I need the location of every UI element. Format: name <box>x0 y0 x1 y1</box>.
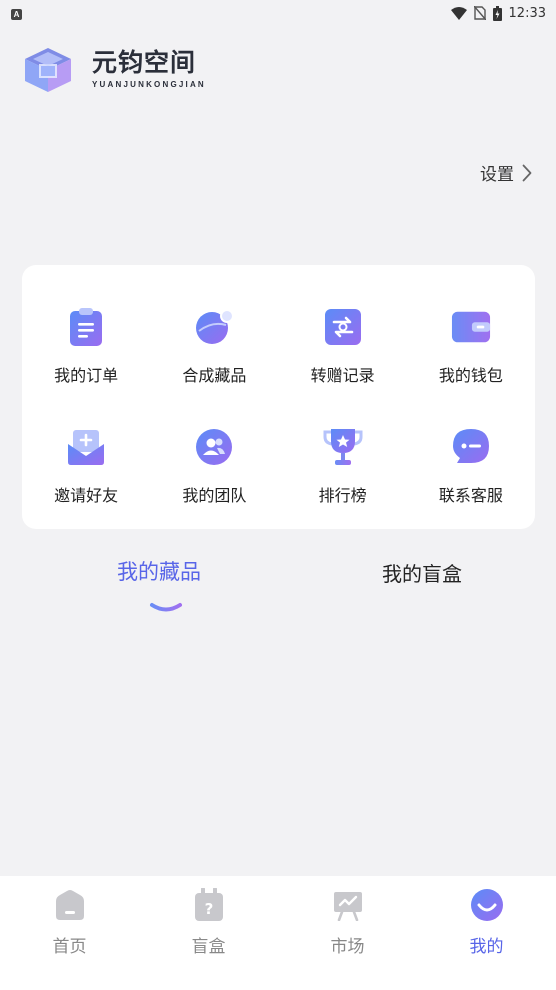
brand-logo: 元钧空间 YUANJUNKONGJIAN <box>21 44 206 94</box>
svg-text:?: ? <box>204 900 213 918</box>
invite-envelope-icon <box>68 430 105 465</box>
nav-label: 盲盒 <box>191 937 226 957</box>
wallet-icon <box>451 311 490 343</box>
brand-name-cn: 元钧空间 <box>92 48 197 77</box>
menu-item-wallet[interactable]: 我的钱包 <box>407 275 535 395</box>
menu-item-my-team[interactable]: 我的团队 <box>150 395 278 515</box>
market-icon <box>333 892 362 921</box>
profile-smile-icon <box>470 889 503 921</box>
settings-label: 设置 <box>480 165 514 185</box>
nav-item-market[interactable]: 市场 <box>278 876 417 990</box>
menu-label: 联系客服 <box>438 486 503 505</box>
collection-tabs: 我的藏品 我的盲盒 <box>0 556 556 626</box>
menu-item-invite-friends[interactable]: 邀请好友 <box>22 395 150 515</box>
nav-label: 首页 <box>52 937 87 957</box>
nav-item-mine[interactable]: 我的 <box>417 876 556 990</box>
nav-label: 市场 <box>330 937 365 957</box>
tab-my-collection[interactable]: 我的藏品 <box>117 556 201 586</box>
menu-label: 我的钱包 <box>438 366 503 385</box>
tab-active-indicator <box>150 603 182 612</box>
menu-item-my-orders[interactable]: 我的订单 <box>22 275 150 395</box>
menu-label: 我的订单 <box>54 366 119 385</box>
nav-label: 我的 <box>469 937 504 957</box>
menu-card: 我的订单 合成藏品 转赠记录 我的钱包 邀请好友 我的团队 排行榜 联系客服 <box>22 265 535 529</box>
menu-item-customer-service[interactable]: 联系客服 <box>407 395 535 515</box>
blind-box-icon: ? <box>194 888 223 921</box>
settings-button[interactable]: 设置 <box>480 160 532 185</box>
bottom-nav: 首页 ? 盲盒 市场 我的 <box>0 876 556 990</box>
menu-item-synthesize[interactable]: 合成藏品 <box>150 275 278 395</box>
nav-item-blind-box[interactable]: ? 盲盒 <box>139 876 278 990</box>
order-clipboard-icon <box>70 308 103 346</box>
no-sim-icon <box>473 6 486 20</box>
status-left: A <box>11 6 22 21</box>
status-time: 12:33 <box>508 5 546 21</box>
nav-item-home[interactable]: 首页 <box>0 876 139 990</box>
tab-my-blind-box[interactable]: 我的盲盒 <box>382 558 462 587</box>
transfer-record-icon <box>324 309 361 345</box>
menu-label: 转赠记录 <box>310 366 375 385</box>
status-right: 12:33 <box>450 5 546 21</box>
synthesize-planet-icon <box>196 309 235 344</box>
brand-name-en: YUANJUNKONGJIAN <box>92 80 206 89</box>
status-bar: A 12:33 <box>0 0 556 26</box>
chevron-right-icon <box>522 164 532 181</box>
menu-label: 排行榜 <box>318 486 367 505</box>
chat-bubble-icon <box>452 429 489 463</box>
menu-item-leaderboard[interactable]: 排行榜 <box>279 395 407 515</box>
home-icon <box>55 890 84 920</box>
brand-cube-icon <box>25 48 71 92</box>
menu-item-transfer-record[interactable]: 转赠记录 <box>279 275 407 395</box>
menu-label: 我的团队 <box>182 486 247 505</box>
notification-badge-icon: A <box>11 8 22 20</box>
battery-icon <box>492 5 502 21</box>
team-icon <box>196 429 233 465</box>
wifi-icon <box>450 6 467 20</box>
trophy-icon <box>323 429 363 465</box>
menu-label: 合成藏品 <box>182 366 247 385</box>
menu-label: 邀请好友 <box>54 486 119 505</box>
